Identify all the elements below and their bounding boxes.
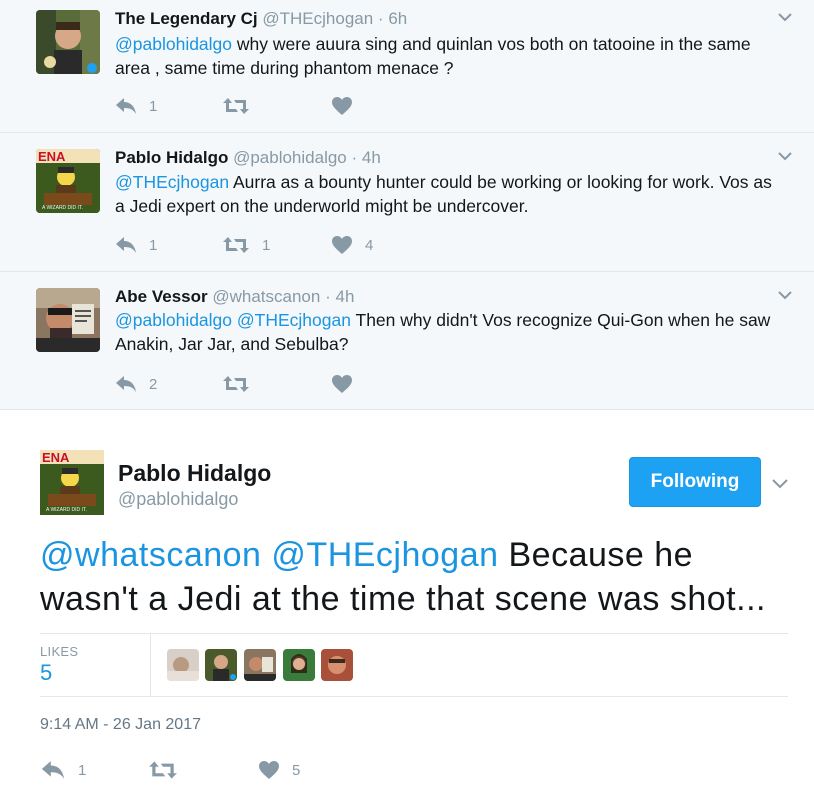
retweet-button[interactable] — [148, 758, 190, 782]
tweet-header: The Legendary Cj @THEcjhogan · 6h — [115, 8, 407, 30]
tweet-text: @whatscanon @THEcjhogan Because he wasn'… — [40, 533, 800, 621]
separator-dot: · — [325, 287, 331, 306]
divider — [40, 633, 788, 634]
retweet-icon — [223, 376, 249, 392]
tweet-actions: 1 1 4 — [115, 233, 415, 257]
avatar[interactable] — [36, 288, 100, 352]
tweet-header: Pablo Hidalgo @pablohidalgo · 4h — [115, 147, 381, 169]
tweet-time[interactable]: 4h — [335, 287, 354, 306]
reply-tweet[interactable]: Abe Vessor @whatscanon · 4h @pablohidalg… — [0, 272, 814, 410]
retweet-count: 1 — [262, 236, 271, 254]
reply-button[interactable]: 2 — [115, 372, 157, 396]
retweet-button[interactable] — [222, 372, 262, 396]
liker-avatar[interactable] — [283, 649, 315, 681]
like-count: 5 — [292, 761, 301, 779]
reply-button[interactable]: 1 — [115, 233, 157, 257]
reply-icon — [116, 237, 136, 253]
separator-dot: · — [377, 9, 384, 28]
divider — [150, 634, 151, 696]
reply-count: 1 — [149, 97, 158, 115]
heart-icon — [332, 375, 352, 393]
heart-icon — [332, 97, 352, 115]
like-button[interactable] — [331, 372, 365, 396]
author-handle[interactable]: @pablohidalgo — [233, 148, 347, 167]
retweet-icon — [149, 761, 177, 779]
svg-text:ENA: ENA — [38, 149, 66, 164]
mention-link[interactable]: @THEcjhogan — [115, 172, 229, 192]
chevron-down-icon[interactable] — [778, 10, 792, 24]
tweet-timestamp[interactable]: 9:14 AM - 26 Jan 2017 — [40, 716, 201, 734]
retweet-icon — [223, 98, 249, 114]
tweet-text: @pablohidalgo why were auura sing and qu… — [115, 32, 785, 80]
author-name[interactable]: Pablo Hidalgo — [115, 148, 228, 167]
tweet-time[interactable]: 4h — [362, 148, 381, 167]
liker-avatar[interactable] — [205, 649, 237, 681]
tweet-text: @THEcjhogan Aurra as a bounty hunter cou… — [115, 170, 785, 218]
reply-tweet[interactable]: ENA A WIZARD DID IT. Pablo Hidalgo @pabl… — [0, 133, 814, 272]
reply-button[interactable]: 1 — [115, 94, 157, 118]
author-handle[interactable]: @pablohidalgo — [118, 489, 238, 510]
mention-link[interactable]: @pablohidalgo @THEcjhogan — [115, 310, 351, 330]
like-count: 4 — [365, 236, 374, 254]
heart-icon — [259, 761, 279, 779]
svg-text:A WIZARD DID IT.: A WIZARD DID IT. — [42, 205, 83, 211]
likes-label: LIKES — [40, 644, 79, 659]
like-button[interactable]: 5 — [258, 758, 300, 782]
author-name[interactable]: The Legendary Cj — [115, 9, 258, 28]
tweet-actions: 1 5 — [40, 758, 340, 782]
divider — [40, 696, 788, 697]
tweet-header: Abe Vessor @whatscanon · 4h — [115, 286, 354, 308]
reply-count: 1 — [149, 236, 158, 254]
chevron-down-icon[interactable] — [778, 288, 792, 302]
reply-button[interactable]: 1 — [40, 758, 86, 782]
reply-icon — [116, 376, 136, 392]
svg-text:A WIZARD DID IT.: A WIZARD DID IT. — [46, 507, 87, 513]
tweet-time[interactable]: 6h — [388, 9, 407, 28]
author-name[interactable]: Abe Vessor — [115, 287, 208, 306]
chevron-down-icon[interactable] — [778, 149, 792, 163]
retweet-icon — [223, 237, 249, 253]
reply-icon — [41, 761, 65, 779]
reply-icon — [116, 98, 136, 114]
following-button[interactable]: Following — [629, 457, 761, 507]
tweet-actions: 2 — [115, 372, 415, 396]
avatar[interactable]: ENA A WIZARD DID IT. — [36, 149, 100, 213]
svg-text:ENA: ENA — [42, 450, 70, 465]
mention-link[interactable]: @pablohidalgo — [115, 34, 232, 54]
liker-avatar[interactable] — [244, 649, 276, 681]
avatar[interactable] — [36, 10, 100, 74]
reply-count: 2 — [149, 375, 158, 393]
reply-tweet[interactable]: The Legendary Cj @THEcjhogan · 6h @pablo… — [0, 0, 814, 133]
tweet-text: @pablohidalgo @THEcjhogan Then why didn'… — [115, 308, 785, 356]
retweet-button[interactable] — [222, 94, 262, 118]
like-button[interactable]: 4 — [331, 233, 373, 257]
author-handle[interactable]: @THEcjhogan — [262, 9, 373, 28]
tweet-actions: 1 — [115, 94, 415, 118]
avatar[interactable]: ENA A WIZARD DID IT. — [40, 450, 104, 515]
separator-dot: · — [351, 148, 358, 167]
retweet-button[interactable]: 1 — [222, 233, 270, 257]
like-button[interactable] — [331, 94, 365, 118]
chevron-down-icon[interactable] — [772, 475, 788, 491]
author-handle[interactable]: @whatscanon — [212, 287, 320, 306]
heart-icon — [332, 236, 352, 254]
reply-count: 1 — [78, 761, 87, 779]
likes-count[interactable]: 5 — [40, 660, 52, 686]
liker-avatar[interactable] — [321, 649, 353, 681]
mention-link[interactable]: @whatscanon @THEcjhogan — [40, 536, 499, 574]
author-name[interactable]: Pablo Hidalgo — [118, 460, 271, 487]
liker-avatar[interactable] — [167, 649, 199, 681]
